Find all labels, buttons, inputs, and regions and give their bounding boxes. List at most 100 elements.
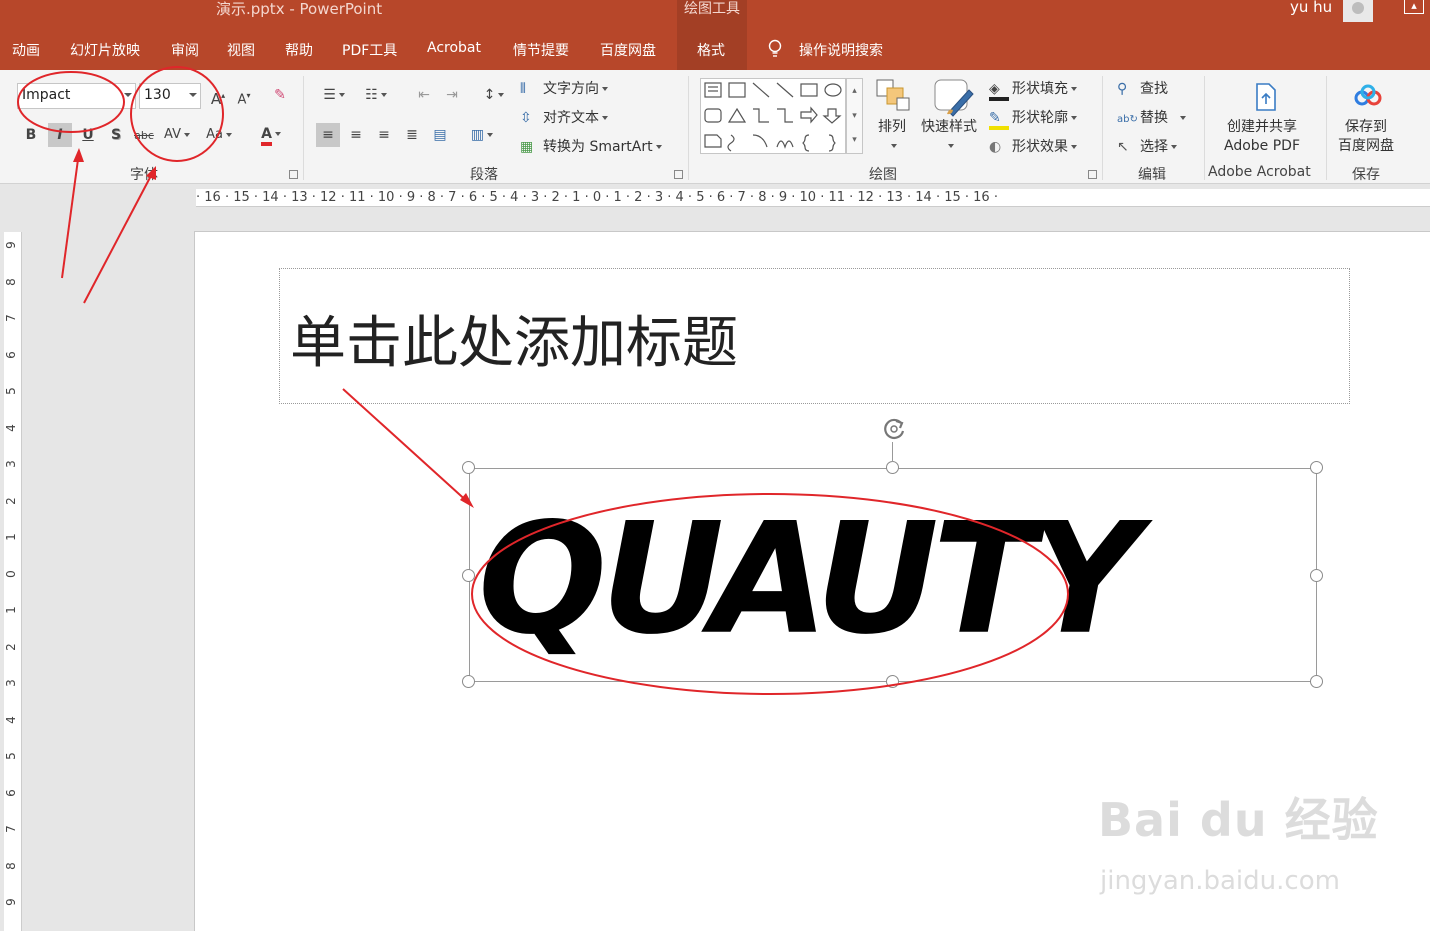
distributed-button[interactable]: ▤ [428,123,452,147]
shrink-font-button[interactable]: A▾ [232,84,256,108]
horizontal-ruler: · 16 · 15 · 14 · 13 · 12 · 11 · 10 · 9 ·… [196,189,1430,207]
italic-button[interactable]: I [48,123,72,147]
resize-handle-right[interactable] [1310,569,1323,582]
font-name-combo[interactable]: Impact [17,83,136,109]
vertical-ruler-number: 4 [3,423,18,432]
vertical-ruler-number: 7 [3,314,18,322]
tell-me-search[interactable]: 操作说明搜索 [799,40,883,60]
tab-view[interactable]: 视图 [227,40,255,60]
title-placeholder-text[interactable]: 单击此处添加标题 [290,298,738,379]
tab-review[interactable]: 审阅 [171,40,199,60]
arrange-button[interactable]: 排列 [878,118,906,156]
tab-animations[interactable]: 动画 [12,40,40,60]
vertical-ruler-number: 1 [3,606,18,614]
replace-button[interactable]: ab↻ 替换 [1117,107,1186,127]
arrange-icon [876,79,910,111]
vertical-ruler-number: 1 [3,533,18,541]
select-button[interactable]: ↖ 选择 [1117,136,1177,156]
convert-smartart-button[interactable]: ▦ 转换为 SmartArt [520,136,662,156]
shape-effects-button[interactable]: ◐ 形状效果 [989,136,1077,156]
character-spacing-button[interactable]: AV [160,123,194,147]
vertical-ruler-number: 3 [3,460,18,468]
vertical-ruler-number: 8 [3,861,18,870]
tab-pdf-tools[interactable]: PDF工具 [342,40,397,60]
underline-button[interactable]: U [76,123,100,147]
font-group-label: 字体 [130,167,158,183]
tab-storyboard[interactable]: 情节提要 [513,40,569,60]
ribbon-display-options-button[interactable]: ▴ [1404,0,1424,14]
change-case-button[interactable]: Aa [202,123,236,147]
drawing-tools-label: 绘图工具 [684,1,740,17]
justify-button[interactable]: ≣ [400,123,424,147]
group-separator [303,76,304,180]
pdf-share-icon [1256,83,1276,111]
powerpoint-window: 演示.pptx - PowerPoint 绘图工具 yu hu ▴ 动画 幻灯片… [0,0,1430,931]
rotate-handle-icon[interactable] [879,414,909,444]
vertical-ruler-number: 5 [3,752,18,760]
cursor-icon: ↖ [1117,139,1129,155]
font-color-button[interactable]: A [252,122,290,146]
arrow-to-font-size [83,169,155,304]
create-share-pdf-button[interactable]: 创建并共享 Adobe PDF [1224,118,1300,156]
shape-outline-button[interactable]: ✎ 形状轮廓 [989,107,1077,130]
tab-baidu-pan[interactable]: 百度网盘 [600,40,656,60]
find-button[interactable]: ⚲ 查找 [1117,78,1168,98]
resize-handle-top-right[interactable] [1310,461,1323,474]
strikethrough-button[interactable]: abc [132,124,156,148]
paragraph-group-label: 段落 [470,167,498,183]
shape-fill-button[interactable]: ◈ 形状填充 [989,78,1077,101]
resize-handle-left[interactable] [462,569,475,582]
paragraph-dialog-launcher[interactable] [674,170,683,179]
text-shadow-button[interactable]: S [104,123,128,147]
columns-button[interactable]: ▥ [464,123,500,147]
bold-button[interactable]: B [19,123,43,147]
resize-handle-bottom-right[interactable] [1310,675,1323,688]
align-text-button[interactable]: ⇳ 对齐文本 [520,107,608,127]
group-separator [1102,76,1103,180]
decrease-indent-button[interactable]: ⇤ [412,83,436,107]
align-center-button[interactable]: ≡ [344,123,368,147]
vertical-ruler-number: 7 [3,825,18,833]
font-size-combo[interactable]: 130 [139,83,201,109]
editing-group-label: 编辑 [1138,167,1166,183]
numbering-button[interactable]: ☷ [358,83,394,107]
drawing-dialog-launcher[interactable] [1088,170,1097,179]
tab-format[interactable]: 格式 [697,40,725,60]
resize-handle-top[interactable] [886,461,899,474]
tab-acrobat[interactable]: Acrobat [427,40,481,56]
align-left-button[interactable]: ≡ [316,123,340,147]
line-spacing-button[interactable]: ↕ [476,83,512,107]
vertical-ruler-number: 3 [3,679,18,687]
font-dialog-launcher[interactable] [289,170,298,179]
grow-font-button[interactable]: A▴ [206,84,230,108]
tab-help[interactable]: 帮助 [285,40,313,60]
vertical-ruler-number: 5 [3,387,18,395]
vertical-ruler-number: 8 [3,277,18,286]
resize-handle-bottom-left[interactable] [462,675,475,688]
save-to-baidu-button[interactable]: 保存到 百度网盘 [1338,118,1394,156]
avatar[interactable] [1343,0,1373,22]
shape-effects-icon: ◐ [989,139,1002,155]
resize-handle-top-left[interactable] [462,461,475,474]
title-bar: 演示.pptx - PowerPoint 绘图工具 yu hu ▴ 动画 幻灯片… [0,0,1430,70]
vertical-ruler-number: 4 [3,715,18,724]
align-text-icon: ⇳ [520,110,532,126]
bullets-button[interactable]: ☰ [316,83,352,107]
horizontal-ruler-numbers: · 16 · 15 · 14 · 13 · 12 · 11 · 10 · 9 ·… [196,190,998,205]
text-direction-button[interactable]: ⫴ 文字方向 [520,78,608,98]
wordart-text[interactable]: QUAUTY [478,490,1140,669]
quick-styles-button[interactable]: 快速样式 [921,118,977,156]
save-group-label: 保存 [1352,167,1380,183]
align-right-button[interactable]: ≡ [372,123,396,147]
replace-icon: ab↻ [1117,114,1138,125]
shapes-gallery-scroll[interactable]: ▴ ▾ ▾ [846,78,863,154]
tab-slideshow[interactable]: 幻灯片放映 [70,40,140,60]
watermark-url: jingyan.baidu.com [1100,866,1340,896]
font-name-value: Impact [22,87,71,103]
user-name[interactable]: yu hu [1290,0,1332,16]
shapes-gallery[interactable] [700,78,846,154]
clear-formatting-button[interactable]: ✎ [268,83,292,107]
increase-indent-button[interactable]: ⇥ [440,83,464,107]
resize-handle-bottom[interactable] [886,675,899,688]
pen-icon: ✎ [989,111,1009,130]
